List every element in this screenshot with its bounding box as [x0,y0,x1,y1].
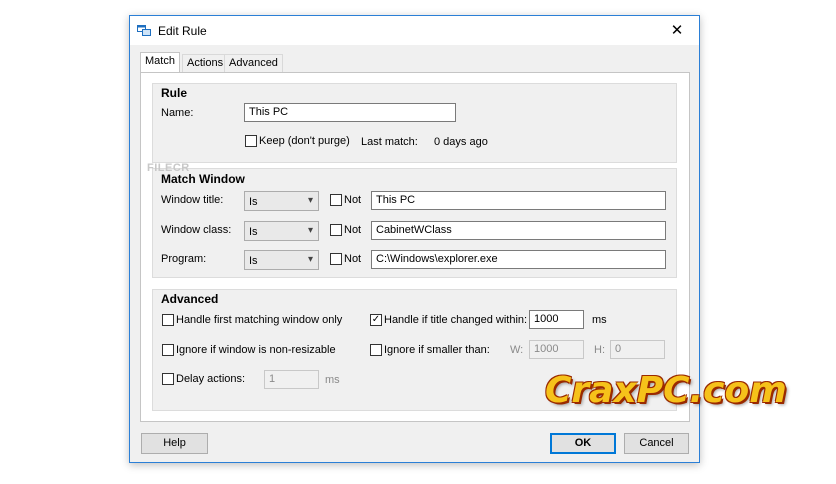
last-match-label: Last match: [361,136,418,148]
non-resizable-checkbox[interactable] [162,344,174,356]
window-title-not-label: Not [344,194,362,206]
window-class-input[interactable]: CabinetWClass [371,221,666,240]
ok-button[interactable]: OK [550,433,616,454]
program-label: Program: [161,253,207,265]
non-resizable-label: Ignore if window is non-resizable [176,344,336,356]
delay-actions-unit: ms [325,374,340,386]
match-window-group-title: Match Window [161,172,245,186]
delay-actions-input[interactable]: 1 [264,370,319,389]
window-class-not-checkbox[interactable] [330,224,342,236]
window-title-input[interactable]: This PC [371,191,666,210]
program-operator-value: Is [249,255,258,267]
program-operator-select[interactable]: Is ▾ [244,250,319,270]
craxpc-watermark: CraxPC.com [545,370,787,411]
smaller-than-label: Ignore if smaller than: [384,344,490,356]
program-input[interactable]: C:\Windows\explorer.exe [371,250,666,269]
last-match-value: 0 days ago [434,136,488,148]
title-changed-unit: ms [592,314,607,326]
close-icon[interactable]: ✕ [655,16,699,45]
delay-actions-checkbox[interactable] [162,373,174,385]
keep-label: Keep (don't purge) [259,135,350,147]
title-changed-input[interactable]: 1000 [529,310,584,329]
first-match-label: Handle first matching window only [176,314,343,326]
chevron-down-icon: ▾ [307,254,313,265]
window-title-operator-select[interactable]: Is ▾ [244,191,319,211]
title-bar[interactable]: Edit Rule ✕ [130,16,699,45]
window-class-operator-select[interactable]: Is ▾ [244,221,319,241]
min-width-input[interactable]: 1000 [529,340,584,359]
tab-match[interactable]: Match [140,52,180,73]
rule-group-title: Rule [161,86,188,100]
window-title: Edit Rule [158,24,207,38]
window-class-operator-value: Is [249,226,258,238]
chevron-down-icon: ▾ [307,195,313,206]
advanced-group-title: Advanced [161,292,219,306]
help-button[interactable]: Help [141,433,208,454]
smaller-than-checkbox[interactable] [370,344,382,356]
tab-advanced[interactable]: Advanced [224,54,283,72]
delay-actions-label: Delay actions: [176,373,246,385]
first-match-checkbox[interactable] [162,314,174,326]
keep-checkbox[interactable] [245,135,257,147]
program-not-label: Not [344,253,362,265]
name-input[interactable]: This PC [244,103,456,122]
title-changed-checkbox[interactable]: ✓ [370,314,382,326]
window-title-not-checkbox[interactable] [330,194,342,206]
rule-group: Rule Name: This PC Keep (don't purge) La… [152,83,677,163]
app-icon [137,25,151,36]
min-height-input[interactable]: 0 [610,340,665,359]
width-label: W: [510,344,524,356]
window-class-label: Window class: [161,224,232,236]
name-label: Name: [161,107,194,119]
height-label: H: [594,344,605,356]
title-changed-label: Handle if title changed within: [384,314,528,326]
filecr-watermark: FILECR [147,162,190,174]
cancel-button[interactable]: Cancel [624,433,689,454]
window-class-not-label: Not [344,224,362,236]
window-title-label: Window title: [161,194,224,206]
chevron-down-icon: ▾ [307,225,313,236]
match-window-group: Match Window Window title: Is ▾ Not This… [152,168,677,278]
tab-actions[interactable]: Actions [182,54,229,72]
program-not-checkbox[interactable] [330,253,342,265]
window-title-operator-value: Is [249,196,258,208]
